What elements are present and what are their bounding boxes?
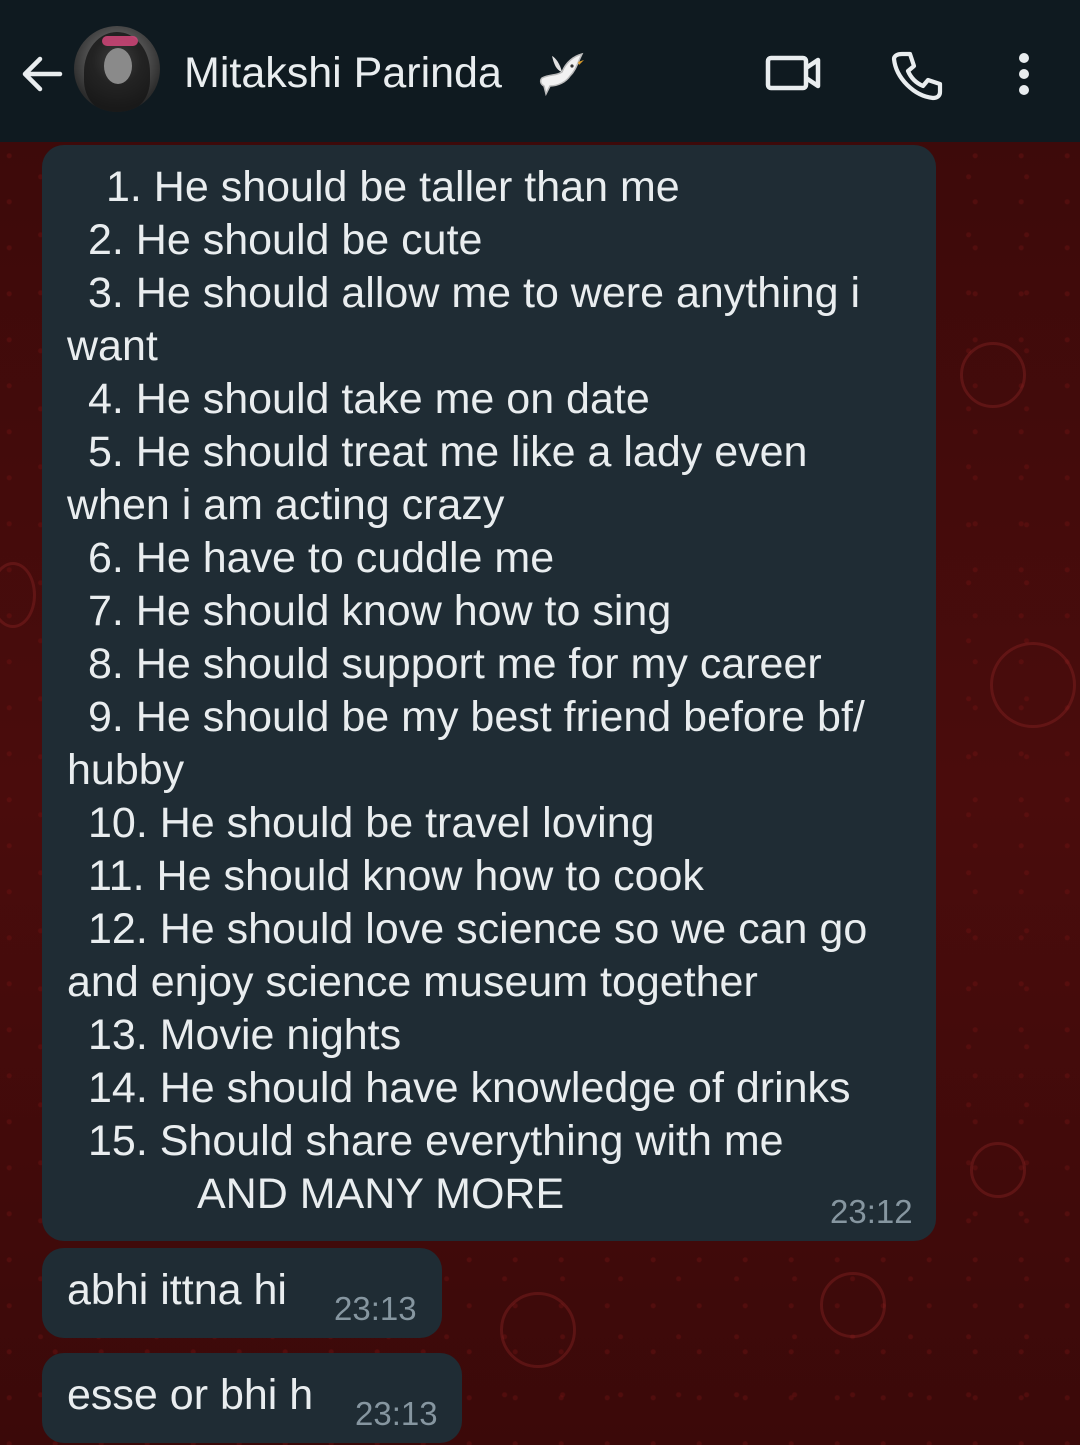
phone-icon (891, 51, 943, 101)
message-line: 7. He should know how to sing (88, 587, 672, 635)
back-button[interactable] (14, 46, 70, 102)
wallpaper-doodle (960, 342, 1026, 408)
voice-call-button[interactable] (888, 46, 944, 102)
message-line: and enjoy science museum together (67, 958, 758, 1006)
message-line: 12. He should love science so we can go (88, 905, 868, 953)
message-line: 3. He should allow me to were anything i (88, 269, 861, 317)
message-line: AND MANY MORE (197, 1170, 565, 1218)
message-line: when i am acting crazy (67, 481, 505, 529)
message-timestamp: 23:12 (830, 1193, 913, 1230)
wallpaper-doodle (970, 1142, 1026, 1198)
message-timestamp: 23:13 (355, 1395, 438, 1432)
message-line: 15. Should share everything with me (88, 1117, 784, 1165)
chat-header: Mitakshi Parinda (0, 0, 1080, 142)
arrow-left-icon (22, 56, 63, 92)
avatar-hearts (102, 36, 138, 46)
message-line: want (67, 322, 158, 370)
message-bubble[interactable]: esse or bhi h 23:13 (42, 1353, 462, 1443)
video-call-button[interactable] (760, 48, 826, 98)
message-line: hubby (67, 746, 185, 794)
wallpaper-doodle (990, 642, 1076, 728)
wallpaper-doodle (820, 1272, 886, 1338)
video-call-icon (765, 55, 821, 91)
message-line: 9. He should be my best friend before bf… (88, 693, 865, 741)
avatar-face (104, 48, 132, 84)
message-text: abhi ittna hi (67, 1266, 287, 1314)
contact-name[interactable]: Mitakshi Parinda (184, 46, 502, 100)
overflow-menu-button[interactable] (1004, 46, 1044, 102)
message-line: 8. He should support me for my career (88, 640, 822, 688)
dove-icon (536, 48, 586, 98)
message-timestamp: 23:13 (334, 1290, 417, 1327)
message-line: 1. He should be taller than me (106, 163, 680, 211)
message-line: 11. He should know how to cook (88, 852, 704, 900)
message-line: 4. He should take me on date (88, 375, 650, 423)
message-line: 13. Movie nights (88, 1011, 402, 1059)
message-line: 6. He have to cuddle me (88, 534, 555, 582)
more-vert-icon (1019, 53, 1029, 95)
avatar[interactable] (74, 26, 160, 112)
message-bubble[interactable]: abhi ittna hi 23:13 (42, 1248, 442, 1338)
wallpaper-doodle (500, 1292, 576, 1368)
message-line: 2. He should be cute (88, 216, 483, 264)
message-bubble[interactable]: 1. He should be taller than me 2. He sho… (42, 145, 936, 1241)
wallpaper-doodle (0, 562, 36, 628)
message-line: 5. He should treat me like a lady even (88, 428, 808, 476)
message-line: 10. He should be travel loving (88, 799, 655, 847)
message-line: 14. He should have knowledge of drinks (88, 1064, 851, 1112)
message-text: esse or bhi h (67, 1371, 314, 1419)
